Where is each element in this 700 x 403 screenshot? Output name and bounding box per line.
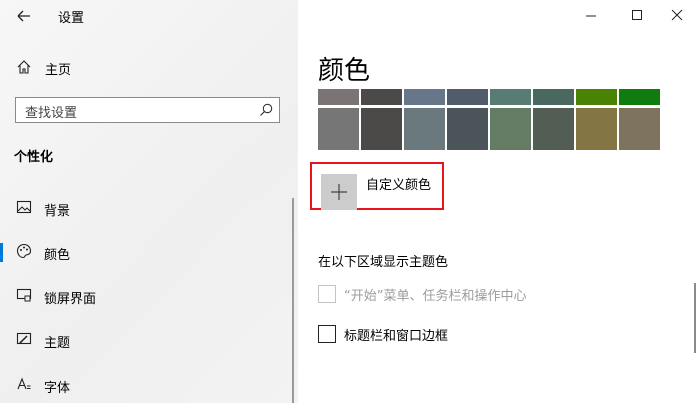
sidebar-item-label: 主题 xyxy=(44,336,71,351)
sidebar-item-color[interactable]: 颜色 xyxy=(0,237,298,267)
active-indicator xyxy=(0,243,3,262)
sidebar: 设置 主页 查找设置 个性化 背景 颜色 锁屏界面 主题 字体 xyxy=(0,0,298,403)
main-content: 颜色 自定义颜色 在以下区域显示主题色 “开始”菜单、任务栏和操作中心 标题栏和… xyxy=(298,0,700,403)
section-title: 个性化 xyxy=(14,150,54,165)
sidebar-item-label: 字体 xyxy=(44,381,71,396)
palette-icon xyxy=(16,243,32,259)
custom-color-button[interactable] xyxy=(321,174,357,210)
title-bar-checkbox[interactable] xyxy=(318,325,336,343)
title-bar-label: 标题栏和窗口边框 xyxy=(344,329,449,344)
main-scrollbar[interactable] xyxy=(694,283,696,353)
home-label: 主页 xyxy=(45,63,72,78)
color-swatch[interactable] xyxy=(404,108,445,150)
sidebar-item-label: 锁屏界面 xyxy=(44,292,97,307)
sidebar-item-home[interactable]: 主页 xyxy=(0,56,298,82)
back-arrow-icon[interactable] xyxy=(12,6,34,26)
color-swatch[interactable] xyxy=(404,89,445,105)
start-taskbar-label: “开始”菜单、任务栏和操作中心 xyxy=(344,289,527,304)
color-swatch[interactable] xyxy=(490,89,531,105)
color-swatch[interactable] xyxy=(361,89,402,105)
color-swatch[interactable] xyxy=(447,89,488,105)
theme-icon xyxy=(16,331,32,347)
sidebar-item-label: 颜色 xyxy=(44,248,71,263)
home-icon xyxy=(16,59,32,75)
title-bar-option[interactable]: 标题栏和窗口边框 xyxy=(318,323,678,345)
custom-color-label: 自定义颜色 xyxy=(366,178,432,193)
color-swatch[interactable] xyxy=(533,89,574,105)
color-swatch[interactable] xyxy=(318,89,359,105)
color-swatch[interactable] xyxy=(361,108,402,150)
search-input[interactable]: 查找设置 xyxy=(15,97,280,123)
custom-color-highlight: 自定义颜色 xyxy=(310,162,444,210)
lock-screen-icon xyxy=(16,287,32,303)
close-button[interactable] xyxy=(654,0,700,32)
color-swatch[interactable] xyxy=(619,108,660,150)
sidebar-item-label: 背景 xyxy=(44,204,71,219)
start-taskbar-option[interactable]: “开始”菜单、任务栏和操作中心 xyxy=(318,283,678,305)
color-swatch[interactable] xyxy=(447,108,488,150)
color-swatch[interactable] xyxy=(576,108,617,150)
color-swatch[interactable] xyxy=(619,89,660,105)
color-swatch[interactable] xyxy=(490,108,531,150)
search-placeholder: 查找设置 xyxy=(25,106,78,121)
sidebar-scrollbar[interactable] xyxy=(292,198,294,403)
title-bar-left: 设置 xyxy=(0,0,298,32)
color-swatch[interactable] xyxy=(576,89,617,105)
page-title: 颜色 xyxy=(318,56,371,86)
search-icon[interactable] xyxy=(258,102,274,118)
minimize-button[interactable] xyxy=(568,0,614,32)
sidebar-item-lock-screen[interactable]: 锁屏界面 xyxy=(0,281,298,311)
color-swatch[interactable] xyxy=(318,108,359,150)
accent-section-title: 在以下区域显示主题色 xyxy=(318,255,449,270)
sidebar-item-theme[interactable]: 主题 xyxy=(0,325,298,355)
color-swatch[interactable] xyxy=(533,108,574,150)
sidebar-item-font[interactable]: 字体 xyxy=(0,370,298,400)
app-title: 设置 xyxy=(58,11,85,26)
sidebar-item-background[interactable]: 背景 xyxy=(0,193,298,223)
font-icon xyxy=(16,376,32,392)
image-icon xyxy=(16,199,32,215)
start-taskbar-checkbox[interactable] xyxy=(318,285,336,303)
